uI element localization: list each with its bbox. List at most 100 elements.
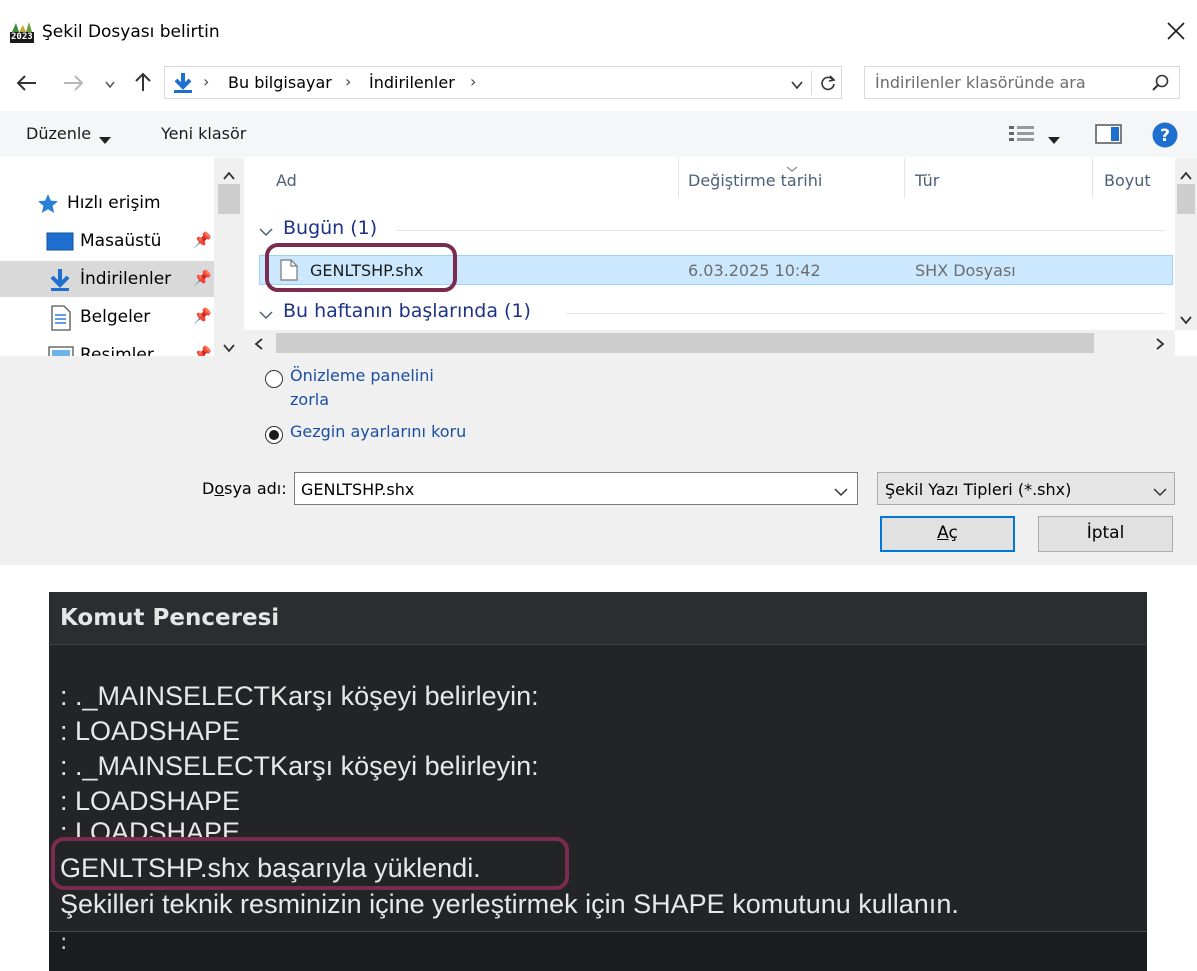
dialog-title: Şekil Dosyası belirtin xyxy=(42,22,220,42)
command-history-line: : LOADSHAPE xyxy=(60,817,241,839)
preview-pane-radio[interactable] xyxy=(265,370,283,388)
nav-item-desktop[interactable]: Masaüstü 📌 xyxy=(0,223,214,259)
preview-pane-icon[interactable] xyxy=(1095,123,1123,145)
refresh-icon[interactable] xyxy=(818,73,838,93)
column-header-size[interactable]: Boyut xyxy=(1104,171,1151,190)
nav-label: Masaüstü xyxy=(80,231,162,251)
desktop-icon xyxy=(46,231,74,253)
scroll-left-icon[interactable] xyxy=(254,336,264,350)
pin-icon[interactable]: 📌 xyxy=(193,269,212,287)
back-arrow-icon[interactable] xyxy=(14,72,40,94)
group-collapse-icon[interactable] xyxy=(258,306,274,320)
filetype-value: Şekil Yazı Tipleri (*.shx) xyxy=(885,480,1072,499)
keep-settings-option[interactable]: Gezgin ayarlarını koru xyxy=(290,420,466,444)
keep-settings-radio[interactable] xyxy=(265,426,283,444)
command-prompt: : xyxy=(60,930,68,955)
nav-item-quick-access[interactable]: Hızlı erişim xyxy=(0,185,214,221)
command-input[interactable]: : xyxy=(49,930,1147,971)
view-options-icon[interactable] xyxy=(1008,123,1036,145)
filename-input[interactable]: GENLTSHP.shx xyxy=(294,472,858,505)
downloads-location-icon xyxy=(171,71,195,95)
nav-item-downloads[interactable]: İndirilenler 📌 xyxy=(0,261,214,297)
breadcrumb-separator-icon[interactable]: › xyxy=(470,72,476,91)
forward-arrow-icon[interactable] xyxy=(60,72,86,94)
success-message-highlight-frame xyxy=(51,837,569,890)
scroll-down-icon[interactable] xyxy=(1179,310,1193,325)
scroll-right-icon[interactable] xyxy=(1155,336,1165,350)
command-bar: Düzenle Yeni klasör ? xyxy=(0,111,1197,157)
dialog-footer: Önizleme panelini zorla Gezgin ayarların… xyxy=(0,356,1197,565)
pin-icon[interactable]: 📌 xyxy=(193,231,212,249)
column-header-name[interactable]: Ad xyxy=(276,171,297,190)
search-input[interactable]: İndirilenler klasöründe ara xyxy=(875,73,1086,92)
nav-label: Hızlı erişim xyxy=(67,193,161,213)
file-highlight-frame xyxy=(265,243,457,292)
close-icon[interactable] xyxy=(1163,18,1189,44)
option-label: Önizleme panelini xyxy=(290,366,434,385)
scroll-down-icon[interactable] xyxy=(222,338,236,353)
breadcrumb-separator-icon[interactable]: › xyxy=(203,72,209,91)
address-history-chevron-icon[interactable] xyxy=(789,77,805,91)
svg-text:?: ? xyxy=(1160,126,1170,146)
filename-value: GENLTSHP.shx xyxy=(301,480,415,499)
command-history-line: : ._MAINSELECTKarşı köşeyi belirleyin: xyxy=(60,681,539,711)
list-scrollbar[interactable] xyxy=(1175,158,1197,330)
breadcrumb-this-pc[interactable]: Bu bilgisayar xyxy=(228,73,332,92)
app-icon: 2023 xyxy=(9,20,35,44)
pictures-icon xyxy=(48,345,74,356)
nav-scrollbar[interactable] xyxy=(214,158,244,356)
pin-icon[interactable]: 📌 xyxy=(193,345,212,356)
search-box[interactable]: İndirilenler klasöründe ara xyxy=(864,66,1180,99)
star-icon xyxy=(37,193,59,215)
column-header-type[interactable]: Tür xyxy=(915,171,939,190)
nav-label: Belgeler xyxy=(80,307,151,327)
preview-pane-option[interactable]: Önizleme panelini zorla xyxy=(290,364,434,412)
breadcrumb-downloads[interactable]: İndirilenler xyxy=(369,73,455,92)
command-window-title: Komut Penceresi xyxy=(60,605,280,631)
group-header-today[interactable]: Bugün (1) xyxy=(283,217,377,239)
command-history-line: : ._MAINSELECTKarşı köşeyi belirleyin: xyxy=(60,751,539,781)
view-dropdown-icon[interactable] xyxy=(1048,130,1060,144)
filetype-select[interactable]: Şekil Yazı Tipleri (*.shx) xyxy=(877,472,1175,505)
group-header-early-week[interactable]: Bu haftanın başlarında (1) xyxy=(283,300,531,322)
command-window: Komut Penceresi : ._MAINSELECTKarşı köşe… xyxy=(49,592,1147,971)
pin-icon[interactable]: 📌 xyxy=(193,307,212,325)
documents-icon xyxy=(50,305,72,331)
scroll-up-icon[interactable] xyxy=(1179,166,1193,180)
option-label: zorla xyxy=(290,390,330,409)
navigation-pane: Hızlı erişim Masaüstü 📌 İndirilenler 📌 B… xyxy=(0,158,244,356)
filename-dropdown-icon[interactable] xyxy=(833,483,849,497)
nav-label: Resimler xyxy=(80,345,154,356)
new-folder-button[interactable]: Yeni klasör xyxy=(161,124,246,143)
file-type: SHX Dosyası xyxy=(915,261,1016,280)
cancel-button[interactable]: İptal xyxy=(1038,516,1173,552)
recent-locations-chevron-icon[interactable] xyxy=(103,76,117,89)
organize-button[interactable]: Düzenle xyxy=(26,124,91,143)
nav-item-pictures[interactable]: Resimler 📌 xyxy=(0,337,214,356)
scroll-up-icon[interactable] xyxy=(222,166,236,180)
breadcrumb-separator-icon[interactable]: › xyxy=(345,72,351,91)
group-collapse-icon[interactable] xyxy=(258,223,274,237)
address-bar[interactable]: › Bu bilgisayar › İndirilenler › xyxy=(164,66,842,99)
command-window-header: Komut Penceresi xyxy=(49,592,1147,645)
scroll-thumb[interactable] xyxy=(1177,184,1195,214)
horizontal-scrollbar[interactable] xyxy=(244,330,1175,356)
filetype-dropdown-icon[interactable] xyxy=(1152,483,1168,497)
file-date: 6.03.2025 10:42 xyxy=(688,261,821,280)
search-icon[interactable] xyxy=(1150,73,1170,93)
up-arrow-icon[interactable] xyxy=(131,70,155,94)
scroll-thumb[interactable] xyxy=(218,184,240,214)
column-header-date[interactable]: Değiştirme tarihi xyxy=(688,171,822,190)
file-dialog: 2023 Şekil Dosyası belirtin › Bu bilgisa… xyxy=(0,0,1197,565)
nav-label: İndirilenler xyxy=(80,269,172,289)
command-history-line: Şekilleri teknik resminizin içine yerleş… xyxy=(60,889,959,919)
download-icon xyxy=(48,267,72,293)
command-history-line: : LOADSHAPE xyxy=(60,786,241,816)
help-icon[interactable]: ? xyxy=(1151,121,1179,149)
scroll-thumb[interactable] xyxy=(276,333,1094,353)
filename-label: Dosya adı: xyxy=(202,479,287,498)
sort-chevron-icon xyxy=(785,158,799,172)
open-button[interactable]: Aç xyxy=(880,516,1015,552)
nav-item-documents[interactable]: Belgeler 📌 xyxy=(0,299,214,335)
organize-dropdown-icon[interactable] xyxy=(99,130,111,144)
